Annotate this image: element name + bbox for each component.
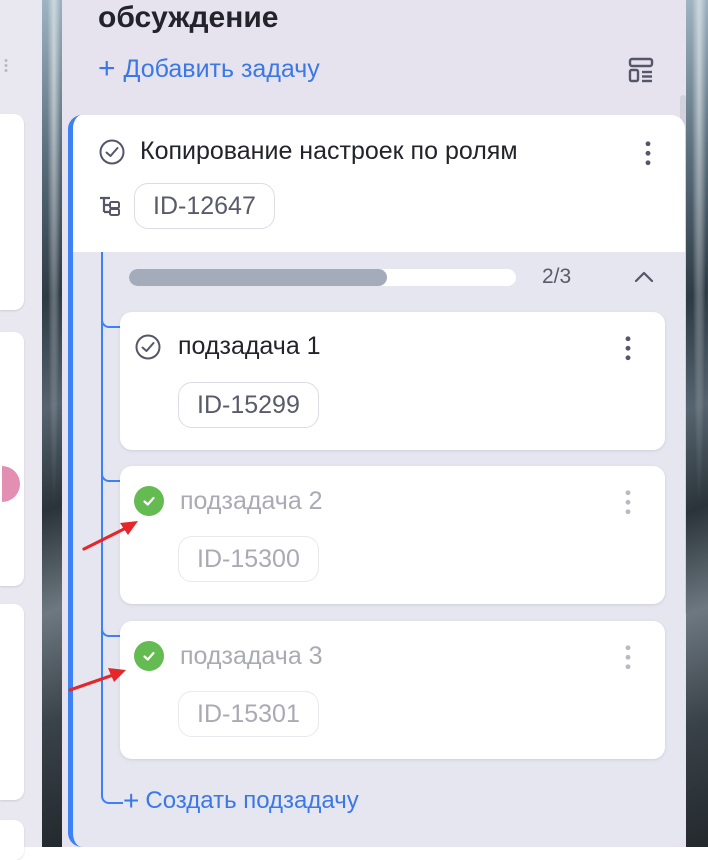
annotation-arrow-icon: [68, 668, 126, 692]
subtask-title[interactable]: подзадача 2: [180, 487, 323, 516]
subtask-id-badge[interactable]: ID-15300: [178, 536, 319, 582]
parent-task-card[interactable]: Копирование настроек по ролям ID-12647 2…: [68, 115, 685, 847]
subtask-card[interactable]: подзадача 2 ID-15300: [120, 466, 665, 604]
check-circle-filled-icon[interactable]: [134, 641, 164, 671]
subtasks-progress: 2/3: [129, 265, 665, 289]
background-image: [42, 0, 62, 847]
left-task-card[interactable]: [0, 604, 24, 800]
add-task-label: Добавить задачу: [123, 54, 320, 83]
subtask-card[interactable]: подзадача 3 ID-15301: [120, 621, 665, 759]
progress-fill: [129, 268, 388, 286]
board-column: обсуждение + Добавить задачу Копирование…: [62, 0, 686, 847]
create-subtask-button[interactable]: + Создать подзадачу: [123, 787, 359, 815]
task-template-icon[interactable]: [627, 56, 657, 86]
check-circle-outline-icon[interactable]: [98, 138, 126, 166]
subtask-id-badge[interactable]: ID-15299: [178, 382, 319, 428]
subtask-tree-branch: [101, 617, 121, 637]
more-options-icon[interactable]: [625, 334, 631, 362]
subtask-title[interactable]: подзадача 3: [180, 642, 323, 671]
progress-track: [129, 268, 516, 286]
parent-task-id-badge[interactable]: ID-12647: [134, 183, 275, 229]
column-title: обсуждение: [98, 1, 279, 34]
add-task-button[interactable]: + Добавить задачу: [98, 52, 320, 86]
more-options-icon[interactable]: [625, 488, 631, 516]
subtask-card[interactable]: подзадача 1 ID-15299: [120, 312, 665, 450]
subtask-tree-branch: [101, 462, 121, 482]
parent-task-header: Копирование настроек по ролям ID-12647: [73, 115, 685, 252]
background-image: [686, 0, 708, 847]
more-options-icon[interactable]: [625, 643, 631, 671]
subtask-id-badge[interactable]: ID-15301: [178, 691, 319, 737]
left-task-card[interactable]: [0, 114, 24, 310]
check-circle-filled-icon[interactable]: [134, 486, 164, 516]
parent-task-title[interactable]: Копирование настроек по ролям: [140, 137, 518, 166]
chevron-up-icon[interactable]: [631, 265, 657, 289]
plus-icon: +: [123, 785, 140, 816]
left-task-card[interactable]: [0, 820, 24, 860]
create-subtask-label: Создать подзадачу: [145, 787, 359, 814]
more-options-icon[interactable]: [645, 139, 651, 167]
subtasks-tree-icon: [100, 196, 120, 216]
subtask-tree-branch: [101, 308, 121, 328]
subtask-title[interactable]: подзадача 1: [178, 332, 321, 361]
left-board-column: [0, 0, 42, 860]
plus-icon: +: [98, 52, 116, 85]
annotation-arrow-icon: [82, 521, 138, 551]
avatar: [2, 466, 20, 502]
progress-count: 2/3: [542, 265, 572, 288]
check-circle-outline-icon[interactable]: [134, 333, 162, 361]
drag-handle-icon[interactable]: [4, 58, 8, 72]
left-task-card[interactable]: [0, 332, 24, 586]
